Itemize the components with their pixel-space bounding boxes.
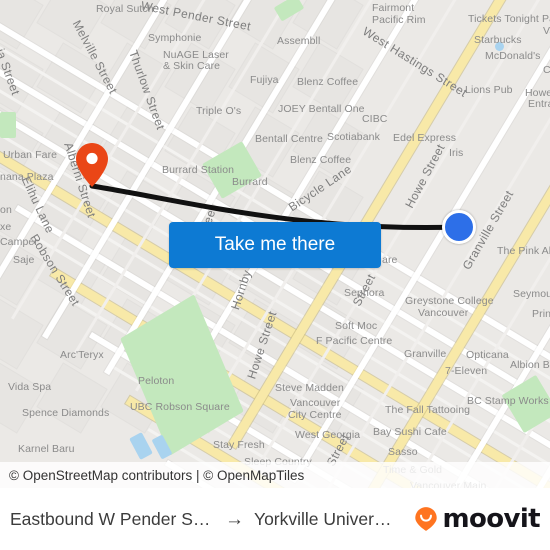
moovit-wordmark: moovit — [442, 504, 540, 534]
take-me-there-label: Take me there — [214, 234, 336, 255]
map-canvas[interactable]: West Pender Street West Hastings Street Me… — [0, 0, 550, 488]
arrow-right-icon: → — [225, 508, 244, 530]
moovit-route-screen: West Pender Street West Hastings Street Me… — [0, 0, 550, 550]
attribution-text[interactable]: © OpenStreetMap contributors | © OpenMap… — [9, 468, 304, 483]
footer-origin: Eastbound W Pender St @ Granv… — [10, 508, 215, 529]
moovit-logo[interactable]: moovit — [413, 504, 541, 534]
origin-pin[interactable] — [75, 142, 109, 188]
destination-dot[interactable] — [442, 210, 476, 244]
route-footer: Eastbound W Pender St @ Granv… → Yorkvil… — [0, 488, 550, 550]
map-attribution: © OpenStreetMap contributors | © OpenMap… — [0, 462, 550, 488]
moovit-pin-smile-icon — [415, 507, 438, 531]
footer-destination: Yorkville Univer… — [254, 508, 392, 529]
origin-pin-icon — [76, 143, 108, 187]
take-me-there-button[interactable]: Take me there — [169, 222, 381, 268]
